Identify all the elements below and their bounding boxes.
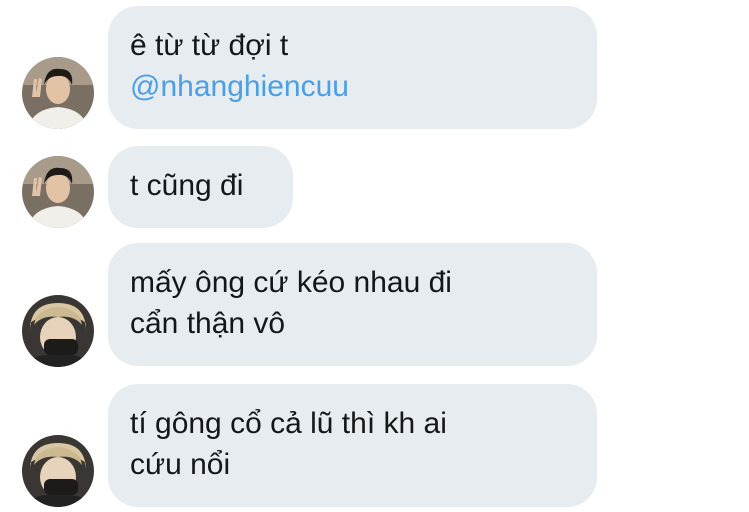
message-row: tí gông cổ cả lũ thì kh ai cứu nổi [0, 377, 749, 512]
sender-avatar-man-peace-sign[interactable] [22, 57, 94, 129]
message-text-line: tí gông cổ cả lũ thì kh ai [130, 407, 447, 440]
message-text-line: t cũng đi [130, 169, 244, 202]
sender-avatar-man-peace-sign[interactable] [22, 156, 94, 228]
message-row: t cũng đi [0, 140, 749, 235]
dm-conversation-thread: ê từ từ đợi t @nhanghiencuu t cũng đi mấ… [0, 0, 749, 512]
message-bubble[interactable]: t cũng đi [108, 146, 293, 228]
message-bubble[interactable]: tí gông cổ cả lũ thì kh ai cứu nổi [108, 384, 597, 507]
mention-link[interactable]: @nhanghiencuu [130, 66, 575, 107]
avatar-blonde-hair-hand-over-face-icon [22, 295, 94, 367]
message-row: ê từ từ đợi t @nhanghiencuu [0, 0, 749, 140]
message-row: mấy ông cứ kéo nhau đi cẩn thận vô [0, 237, 749, 377]
sender-avatar-blonde-hair-hand-over-face[interactable] [22, 435, 94, 507]
message-bubble[interactable]: ê từ từ đợi t @nhanghiencuu [108, 6, 597, 129]
avatar-blonde-hair-hand-over-face-icon [22, 435, 94, 507]
message-bubble[interactable]: mấy ông cứ kéo nhau đi cẩn thận vô [108, 243, 597, 366]
message-text-line: cẩn thận vô [130, 307, 286, 340]
sender-avatar-blonde-hair-hand-over-face[interactable] [22, 295, 94, 367]
avatar-man-peace-sign-icon [22, 57, 94, 129]
message-text-line: ê từ từ đợi t [130, 29, 289, 62]
message-text-line: cứu nổi [130, 448, 231, 481]
avatar-man-peace-sign-icon [22, 156, 94, 228]
message-text-line: mấy ông cứ kéo nhau đi [130, 266, 452, 299]
